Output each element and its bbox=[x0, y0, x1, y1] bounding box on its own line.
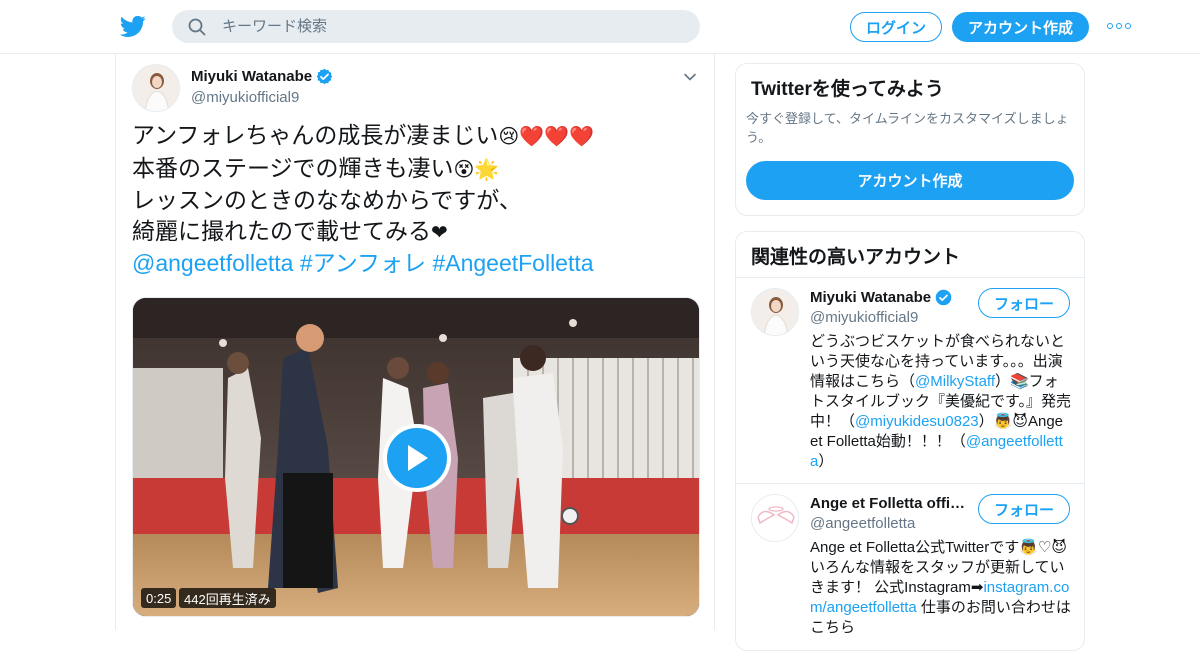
video-view-count-badge: 442回再生済み bbox=[179, 588, 276, 608]
bio-text: ） bbox=[818, 453, 834, 470]
tweet-line-text: 本番のステージでの輝きも凄い bbox=[132, 154, 454, 181]
video-duration-badge: 0:25 bbox=[141, 588, 177, 608]
twitter-bird-logo-icon[interactable] bbox=[120, 13, 146, 39]
search-input[interactable] bbox=[222, 10, 682, 43]
tweet-line: 本番のステージでの輝きも凄い😵🌟 bbox=[132, 153, 702, 186]
tweet-line: アンフォレちゃんの成長が凄まじい😢❤️❤️❤️ bbox=[132, 120, 702, 153]
signup-button[interactable]: アカウント作成 bbox=[952, 12, 1089, 42]
account-bio: Ange et Folletta公式Twitterです👼♡😈 いろんな情報をスタ… bbox=[810, 538, 1072, 638]
search-bar[interactable] bbox=[172, 10, 700, 43]
account-handle[interactable]: @angeetfolletta bbox=[810, 515, 915, 532]
account-avatar[interactable] bbox=[751, 288, 799, 336]
heart-emoji: ❤ bbox=[431, 221, 448, 244]
bio-mention-link[interactable]: @MilkyStaff bbox=[915, 373, 995, 390]
tweet-line: レッスンのときのななめからですが、 bbox=[132, 185, 702, 216]
hashtag-link[interactable]: #アンフォレ bbox=[300, 250, 426, 276]
account-name-row: Ange et Folletta offi… bbox=[810, 495, 965, 512]
tweet-links-line: @angeetfolletta #アンフォレ #AngeetFolletta bbox=[132, 248, 702, 279]
tweet-card: Miyuki Watanabe @miyukiofficial9 アンフォレちゃ… bbox=[115, 54, 715, 630]
play-icon bbox=[408, 445, 428, 471]
search-icon bbox=[188, 18, 206, 36]
more-options-icon[interactable] bbox=[1107, 19, 1131, 33]
related-accounts-title: 関連性の高いアカウント bbox=[751, 247, 961, 268]
mention-link[interactable]: @angeetfolletta bbox=[132, 250, 293, 276]
author-handle[interactable]: @miyukiofficial9 bbox=[191, 89, 299, 106]
author-name[interactable]: Miyuki Watanabe bbox=[191, 68, 312, 85]
play-button[interactable] bbox=[383, 424, 451, 492]
related-account-item: Miyuki Watanabe @miyukiofficial9 フォロー どう… bbox=[736, 278, 1084, 483]
bio-mention-link[interactable]: @miyukidesu0823 bbox=[855, 413, 979, 430]
account-name[interactable]: Ange et Folletta offi… bbox=[810, 495, 965, 512]
tweet-line-text: レッスンのときのななめからですが、 bbox=[132, 187, 522, 213]
related-accounts-card: 関連性の高いアカウント Miyuki Watanabe @miyukioffic… bbox=[735, 231, 1085, 651]
tweet-text: アンフォレちゃんの成長が凄まじい😢❤️❤️❤️ 本番のステージでの輝きも凄い😵🌟… bbox=[132, 120, 702, 279]
follow-button[interactable]: フォロー bbox=[978, 288, 1070, 318]
video-player[interactable]: 0:25 442回再生済み bbox=[132, 297, 700, 617]
tweet-line: 綺麗に撮れたので載せてみる❤ bbox=[132, 216, 702, 249]
related-account-item: Ange et Folletta offi… @angeetfolletta フ… bbox=[736, 484, 1084, 650]
dizzy-face-star-emoji: 😵🌟 bbox=[453, 158, 500, 181]
signup-card-description: 今すぐ登録して、タイムラインをカスタマイズしましょう。 bbox=[746, 111, 1069, 145]
signup-card-title: Twitterを使ってみよう bbox=[751, 79, 944, 100]
crying-face-hearts-emoji: 😢❤️❤️❤️ bbox=[498, 126, 594, 148]
account-handle[interactable]: @miyukiofficial9 bbox=[810, 309, 918, 326]
verified-badge-icon bbox=[935, 289, 952, 306]
author-avatar[interactable] bbox=[132, 64, 180, 112]
tweet-line-text: アンフォレちゃんの成長が凄まじい bbox=[132, 122, 499, 148]
follow-button[interactable]: フォロー bbox=[978, 494, 1070, 524]
chevron-down-icon[interactable] bbox=[683, 70, 697, 84]
verified-badge-icon bbox=[316, 68, 333, 85]
tweet-line-text: 綺麗に撮れたので載せてみる bbox=[132, 217, 431, 244]
top-navigation-bar: ログイン アカウント作成 bbox=[0, 0, 1200, 54]
hashtag-link[interactable]: #AngeetFolletta bbox=[432, 250, 593, 276]
signup-card-button[interactable]: アカウント作成 bbox=[746, 161, 1074, 200]
account-name[interactable]: Miyuki Watanabe bbox=[810, 289, 931, 306]
login-button[interactable]: ログイン bbox=[850, 12, 942, 42]
account-name-row: Miyuki Watanabe bbox=[810, 289, 952, 306]
account-avatar[interactable] bbox=[751, 494, 799, 542]
account-bio: どうぶつビスケットが食べられないという天使な心を持っています。。。出演情報はこち… bbox=[810, 332, 1072, 472]
author-name-row: Miyuki Watanabe bbox=[191, 68, 333, 85]
signup-prompt-card: Twitterを使ってみよう 今すぐ登録して、タイムラインをカスタマイズしましょ… bbox=[735, 63, 1085, 216]
